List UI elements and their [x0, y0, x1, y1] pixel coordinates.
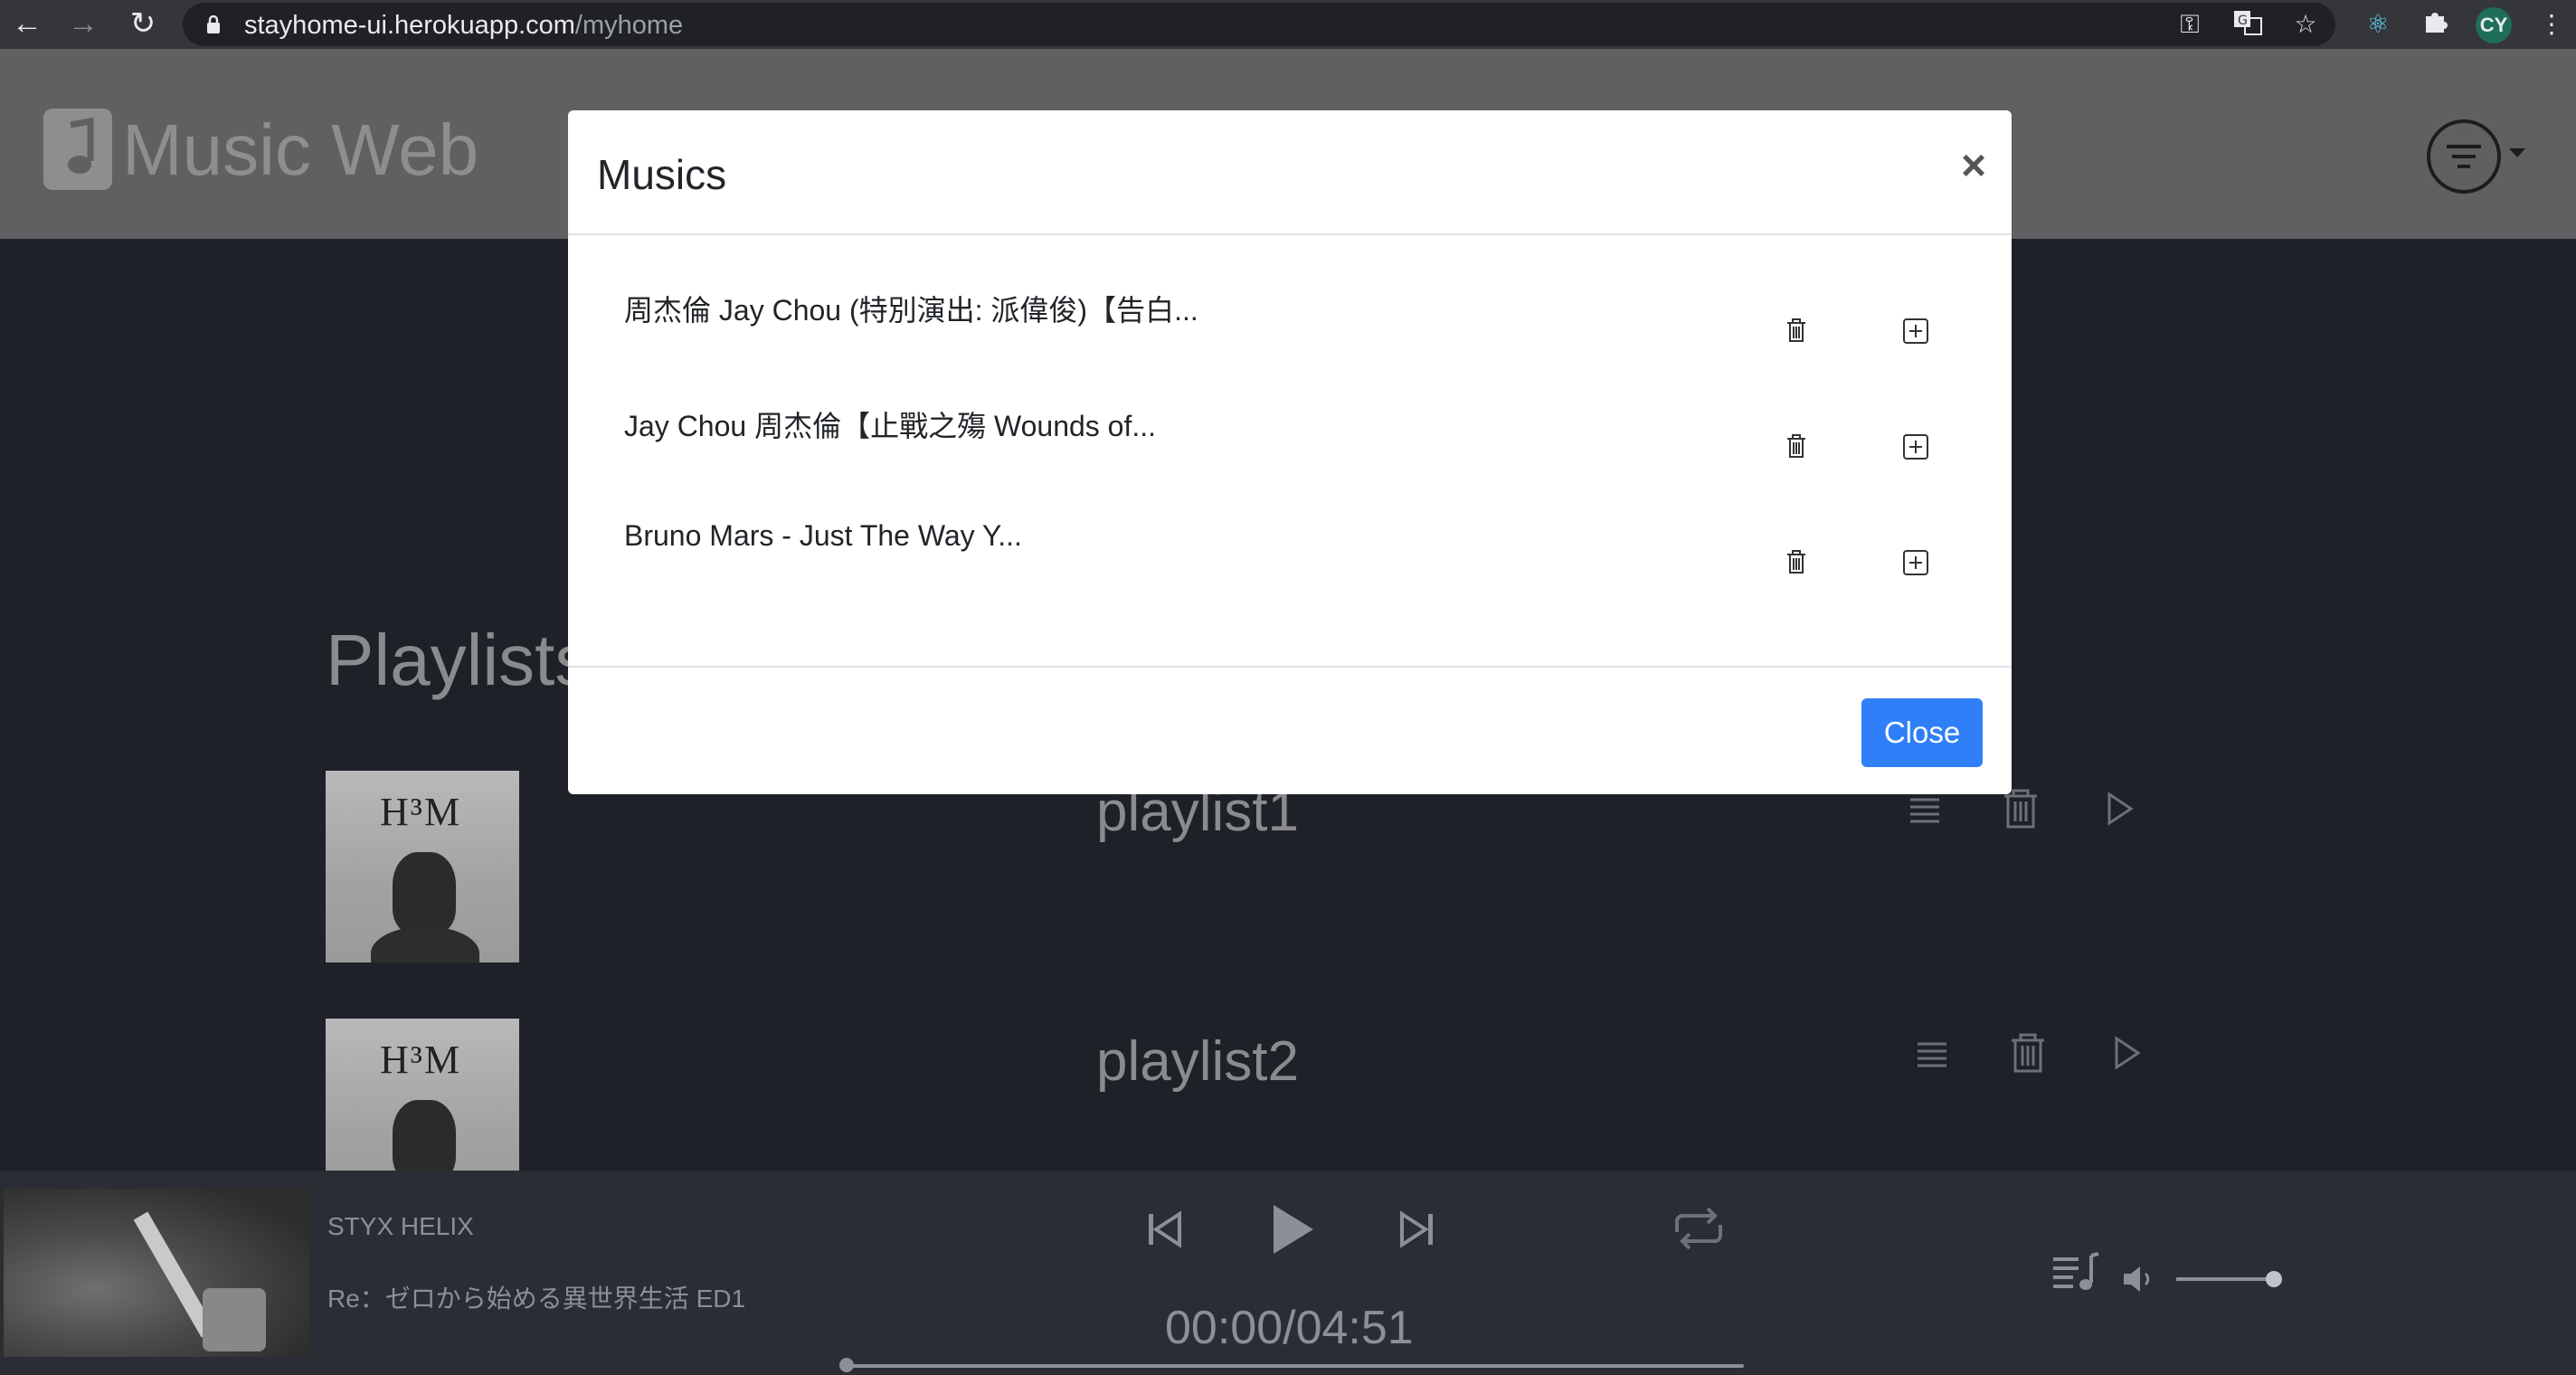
track-title[interactable]: Jay Chou 周杰倫【止戰之殤 Wounds of... [624, 403, 1156, 445]
list-item: Jay Chou 周杰倫【止戰之殤 Wounds of... [568, 367, 2012, 483]
song-title: STYX HELIX [327, 1212, 474, 1240]
playlist-name[interactable]: playlist2 [1096, 1029, 1299, 1094]
album-art [4, 1189, 309, 1357]
reload-icon[interactable]: ↻ [125, 5, 161, 42]
modal-title: Musics [597, 151, 727, 198]
skip-next-icon[interactable] [1395, 1207, 1440, 1252]
play-icon[interactable] [1266, 1201, 1319, 1257]
extensions-puzzle-icon[interactable] [2419, 7, 2453, 42]
track-title[interactable]: Bruno Mars - Just The Way Y... [624, 519, 1022, 553]
forward-icon[interactable]: → [65, 5, 101, 42]
key-icon[interactable]: ⚿ [2173, 7, 2207, 42]
playlist-row[interactable]: H³M playlist1 [326, 771, 2225, 962]
modal-header: Musics × [568, 110, 2012, 235]
bookmark-star-icon[interactable]: ☆ [2288, 7, 2323, 42]
playback-time: 00:00/04:51 [1165, 1302, 1414, 1354]
trash-icon[interactable] [1780, 546, 1813, 579]
list-item: 周杰倫 Jay Chou (特別演出: 派偉俊)【告白... [568, 251, 2012, 367]
url-text: stayhome-ui.herokuapp.com/myhome [244, 11, 684, 40]
browser-menu-icon[interactable]: ⋮ [2534, 7, 2569, 42]
svg-text:G: G [2238, 14, 2248, 28]
playlists-heading: Playlists [326, 620, 592, 700]
song-artist: Re：ゼロから始める異世界生活 ED1 [327, 1285, 746, 1313]
close-button[interactable]: Close [1861, 698, 1983, 767]
track-title[interactable]: 周杰倫 Jay Chou (特別演出: 派偉俊)【告白... [624, 288, 1198, 329]
list-item: Bruno Mars - Just The Way Y... [568, 483, 2012, 599]
musics-modal: Musics × 周杰倫 Jay Chou (特別演出: 派偉俊)【告白... … [568, 110, 2012, 794]
volume-slider[interactable] [2176, 1277, 2274, 1281]
volume-icon[interactable] [2120, 1261, 2158, 1297]
app-title: Music Web [122, 109, 479, 190]
filter-icon[interactable] [2427, 119, 2501, 194]
react-devtools-icon[interactable]: ⚛ [2361, 7, 2395, 42]
browser-toolbar: ← → ↻ stayhome-ui.herokuapp.com/myhome ⚿… [0, 0, 2576, 49]
close-icon[interactable]: × [1950, 139, 1997, 194]
skip-previous-icon[interactable] [1141, 1207, 1187, 1252]
translate-icon[interactable]: G [2230, 7, 2265, 42]
repeat-icon[interactable] [1670, 1205, 1728, 1252]
trash-icon[interactable] [1780, 431, 1813, 463]
volume-handle[interactable] [2266, 1271, 2282, 1287]
plus-square-icon[interactable] [1899, 546, 1932, 579]
plus-square-icon[interactable] [1899, 431, 1932, 463]
progress-handle[interactable] [839, 1358, 854, 1372]
play-icon[interactable] [2104, 1031, 2147, 1075]
queue-list-icon[interactable] [2050, 1250, 2102, 1295]
chevron-down-icon[interactable] [2509, 148, 2525, 157]
lock-icon [207, 15, 220, 33]
plus-square-icon[interactable] [1899, 315, 1932, 347]
playlist-cover: H³M [326, 771, 519, 962]
list-icon[interactable] [1910, 1031, 1954, 1075]
trash-icon[interactable] [2006, 1031, 2050, 1075]
trash-icon[interactable] [1780, 315, 1813, 347]
profile-avatar[interactable]: CY [2476, 7, 2512, 43]
music-player-bar: STYX HELIX Re：ゼロから始める異世界生活 ED1 00:00/04:… [0, 1171, 2576, 1375]
modal-footer: Close [568, 666, 2012, 794]
progress-bar[interactable] [847, 1364, 1744, 1368]
play-icon[interactable] [2097, 787, 2140, 830]
back-icon[interactable]: ← [9, 5, 45, 42]
address-bar[interactable]: stayhome-ui.herokuapp.com/myhome [183, 3, 2335, 46]
music-note-logo-icon [43, 109, 112, 190]
